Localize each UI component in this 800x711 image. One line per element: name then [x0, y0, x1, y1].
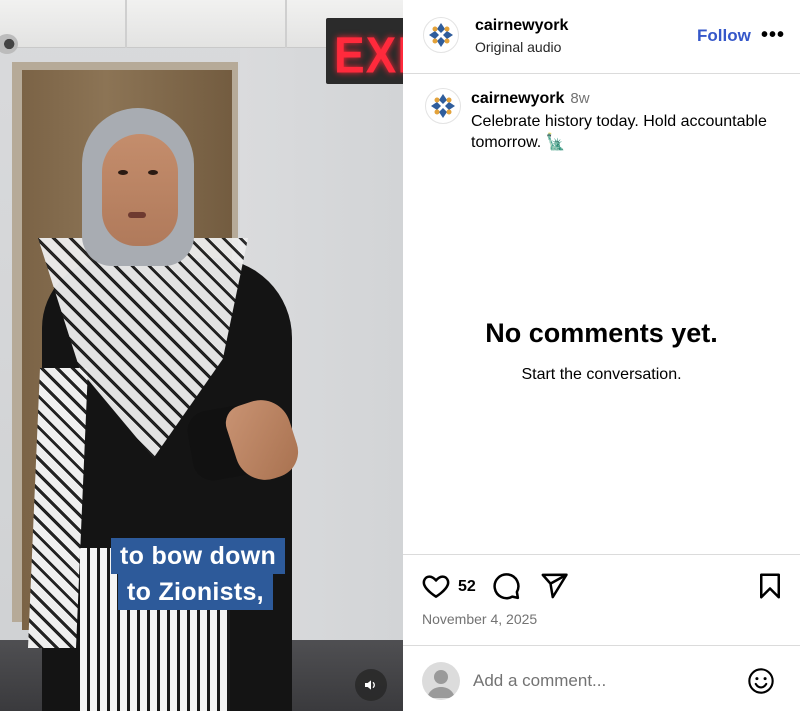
- audio-label[interactable]: Original audio: [475, 39, 561, 55]
- exit-sign-text: EXIT: [334, 26, 403, 84]
- save-icon: [760, 573, 780, 599]
- speaker: [20, 108, 320, 711]
- emoji-icon: [748, 668, 774, 694]
- post-meta: cairnewyork 8w: [471, 90, 590, 108]
- share-icon: [541, 573, 568, 599]
- reel-video[interactable]: EXIT to bow down to Zionists,: [0, 0, 403, 711]
- account-avatar[interactable]: [423, 17, 459, 53]
- comment-input[interactable]: [473, 668, 723, 694]
- security-camera: [0, 34, 18, 54]
- cair-logo-icon: [427, 21, 455, 49]
- post-side-panel: cairnewyork Original audio Follow ••• ca…: [403, 0, 800, 711]
- cair-logo-icon: [429, 92, 457, 120]
- header-username[interactable]: cairnewyork: [475, 17, 568, 35]
- more-options-button[interactable]: •••: [761, 24, 785, 47]
- default-user-icon: [427, 670, 455, 698]
- speaker-eye: [118, 170, 128, 175]
- post-author-avatar[interactable]: [425, 88, 461, 124]
- sound-toggle-button[interactable]: [355, 669, 387, 701]
- save-button[interactable]: [755, 571, 785, 606]
- comment-button[interactable]: [491, 571, 521, 606]
- post-username[interactable]: cairnewyork: [471, 90, 564, 107]
- speaker-mouth: [128, 212, 146, 218]
- like-count[interactable]: 52: [458, 578, 476, 596]
- post-age[interactable]: 8w: [570, 90, 589, 107]
- exit-sign: EXIT: [326, 18, 403, 84]
- ceiling-tile-line: [125, 0, 127, 48]
- ceiling-tile-line: [285, 0, 287, 48]
- sound-icon: [365, 680, 375, 690]
- no-comments-title: No comments yet.: [485, 318, 718, 348]
- no-comments-subtitle: Start the conversation.: [521, 366, 682, 383]
- speaker-face: [102, 134, 178, 246]
- current-user-avatar: [422, 662, 460, 700]
- post-header: cairnewyork Original audio Follow •••: [403, 0, 800, 74]
- emoji-button[interactable]: [747, 667, 775, 700]
- speaker-eye: [148, 170, 158, 175]
- like-button[interactable]: [421, 571, 451, 606]
- post-caption-text: Celebrate history today. Hold accountabl…: [471, 113, 767, 151]
- video-caption-line-1: to bow down: [111, 538, 286, 574]
- video-caption-line-2: to Zionists,: [118, 574, 273, 610]
- like-icon: [422, 575, 450, 598]
- comment-icon: [493, 573, 520, 600]
- follow-button[interactable]: Follow: [697, 26, 751, 46]
- add-comment-bar: [403, 645, 800, 711]
- post-actions-bar: 52 November 4, 2025: [403, 554, 800, 640]
- post-date[interactable]: November 4, 2025: [422, 611, 537, 627]
- share-button[interactable]: [539, 571, 569, 606]
